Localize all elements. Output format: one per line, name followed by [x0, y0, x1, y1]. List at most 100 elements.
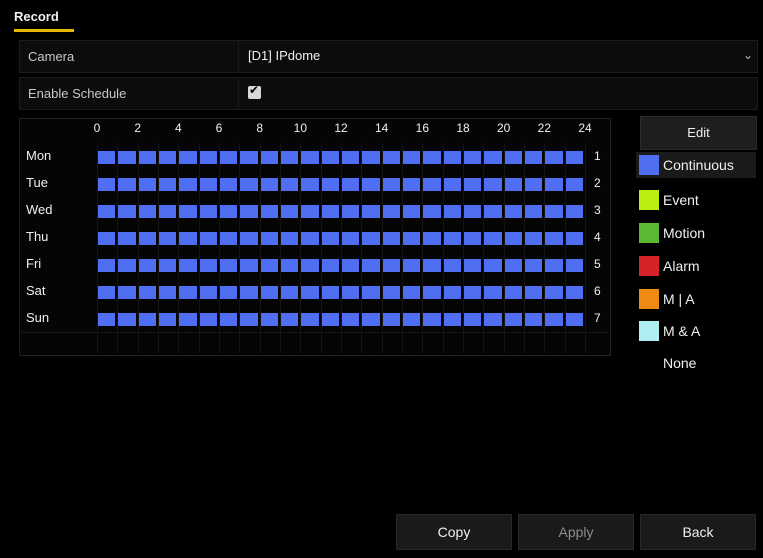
- schedule-cell[interactable]: [544, 205, 563, 218]
- schedule-cell[interactable]: [341, 313, 360, 326]
- schedule-cell[interactable]: [300, 232, 319, 245]
- schedule-cell[interactable]: [463, 259, 482, 272]
- schedule-cell[interactable]: [259, 232, 278, 245]
- schedule-cell[interactable]: [381, 205, 400, 218]
- schedule-cell[interactable]: [97, 259, 116, 272]
- schedule-cell[interactable]: [361, 205, 380, 218]
- copy-button[interactable]: Copy: [396, 514, 512, 550]
- schedule-cell[interactable]: [137, 286, 156, 299]
- schedule-cell[interactable]: [341, 178, 360, 191]
- schedule-cell[interactable]: [97, 313, 116, 326]
- schedule-cell[interactable]: [280, 259, 299, 272]
- schedule-cell[interactable]: [463, 286, 482, 299]
- schedule-cell[interactable]: [544, 313, 563, 326]
- schedule-cell[interactable]: [320, 205, 339, 218]
- schedule-cell[interactable]: [178, 232, 197, 245]
- schedule-cell[interactable]: [198, 178, 217, 191]
- legend-m-a[interactable]: M | A: [636, 286, 756, 312]
- schedule-cell[interactable]: [219, 232, 238, 245]
- schedule-cell[interactable]: [361, 313, 380, 326]
- schedule-cell[interactable]: [137, 313, 156, 326]
- schedule-cell[interactable]: [219, 313, 238, 326]
- schedule-cell[interactable]: [259, 286, 278, 299]
- schedule-cell[interactable]: [117, 151, 136, 164]
- schedule-cell[interactable]: [198, 232, 217, 245]
- schedule-cell[interactable]: [320, 286, 339, 299]
- schedule-cell[interactable]: [158, 205, 177, 218]
- schedule-cell[interactable]: [483, 259, 502, 272]
- schedule-cell[interactable]: [442, 205, 461, 218]
- schedule-cell[interactable]: [178, 205, 197, 218]
- schedule-cell[interactable]: [524, 259, 543, 272]
- schedule-cell[interactable]: [341, 205, 360, 218]
- schedule-cell[interactable]: [564, 313, 583, 326]
- schedule-cell[interactable]: [178, 286, 197, 299]
- schedule-cell[interactable]: [117, 313, 136, 326]
- schedule-cell[interactable]: [463, 151, 482, 164]
- schedule-cell[interactable]: [280, 286, 299, 299]
- schedule-cell[interactable]: [544, 286, 563, 299]
- schedule-cell[interactable]: [178, 259, 197, 272]
- schedule-cell[interactable]: [564, 205, 583, 218]
- schedule-cell[interactable]: [524, 151, 543, 164]
- schedule-cell[interactable]: [239, 286, 258, 299]
- schedule-cell[interactable]: [503, 178, 522, 191]
- schedule-cell[interactable]: [178, 313, 197, 326]
- schedule-cell[interactable]: [97, 178, 116, 191]
- schedule-cell[interactable]: [117, 178, 136, 191]
- schedule-cell[interactable]: [422, 259, 441, 272]
- schedule-cell[interactable]: [442, 286, 461, 299]
- schedule-cell[interactable]: [300, 205, 319, 218]
- schedule-cell[interactable]: [137, 205, 156, 218]
- schedule-cell[interactable]: [483, 178, 502, 191]
- schedule-cell[interactable]: [442, 259, 461, 272]
- schedule-cell[interactable]: [381, 259, 400, 272]
- schedule-cell[interactable]: [280, 178, 299, 191]
- legend-continuous[interactable]: Continuous: [636, 152, 756, 178]
- schedule-cell[interactable]: [524, 232, 543, 245]
- schedule-cell[interactable]: [564, 232, 583, 245]
- schedule-cell[interactable]: [198, 313, 217, 326]
- schedule-cell[interactable]: [381, 232, 400, 245]
- schedule-cell[interactable]: [381, 151, 400, 164]
- schedule-cell[interactable]: [402, 205, 421, 218]
- schedule-cell[interactable]: [178, 151, 197, 164]
- schedule-cell[interactable]: [137, 259, 156, 272]
- schedule-cell[interactable]: [463, 313, 482, 326]
- schedule-cell[interactable]: [564, 178, 583, 191]
- schedule-cell[interactable]: [422, 232, 441, 245]
- schedule-cell[interactable]: [239, 205, 258, 218]
- camera-select[interactable]: [D1] IPdome ⌄: [248, 48, 753, 66]
- schedule-cell[interactable]: [300, 313, 319, 326]
- schedule-cell[interactable]: [422, 151, 441, 164]
- schedule-cell[interactable]: [402, 286, 421, 299]
- schedule-cell[interactable]: [219, 151, 238, 164]
- schedule-cell[interactable]: [564, 151, 583, 164]
- apply-button[interactable]: Apply: [518, 514, 634, 550]
- schedule-cell[interactable]: [483, 205, 502, 218]
- schedule-cell[interactable]: [97, 205, 116, 218]
- schedule-cell[interactable]: [158, 313, 177, 326]
- schedule-cell[interactable]: [137, 151, 156, 164]
- schedule-cell[interactable]: [341, 151, 360, 164]
- schedule-cell[interactable]: [524, 286, 543, 299]
- schedule-cell[interactable]: [300, 178, 319, 191]
- schedule-cell[interactable]: [544, 151, 563, 164]
- schedule-cell[interactable]: [442, 313, 461, 326]
- schedule-cell[interactable]: [524, 178, 543, 191]
- schedule-cell[interactable]: [361, 259, 380, 272]
- schedule-cell[interactable]: [483, 232, 502, 245]
- schedule-cell[interactable]: [117, 205, 136, 218]
- schedule-cell[interactable]: [280, 151, 299, 164]
- legend-m-a[interactable]: M & A: [636, 318, 756, 344]
- schedule-cell[interactable]: [503, 286, 522, 299]
- schedule-cell[interactable]: [381, 286, 400, 299]
- schedule-cell[interactable]: [381, 313, 400, 326]
- schedule-cell[interactable]: [544, 232, 563, 245]
- legend-alarm[interactable]: Alarm: [636, 253, 756, 279]
- schedule-cell[interactable]: [320, 259, 339, 272]
- schedule-cell[interactable]: [259, 205, 278, 218]
- schedule-cell[interactable]: [442, 151, 461, 164]
- legend-event[interactable]: Event: [636, 187, 756, 213]
- schedule-cell[interactable]: [503, 313, 522, 326]
